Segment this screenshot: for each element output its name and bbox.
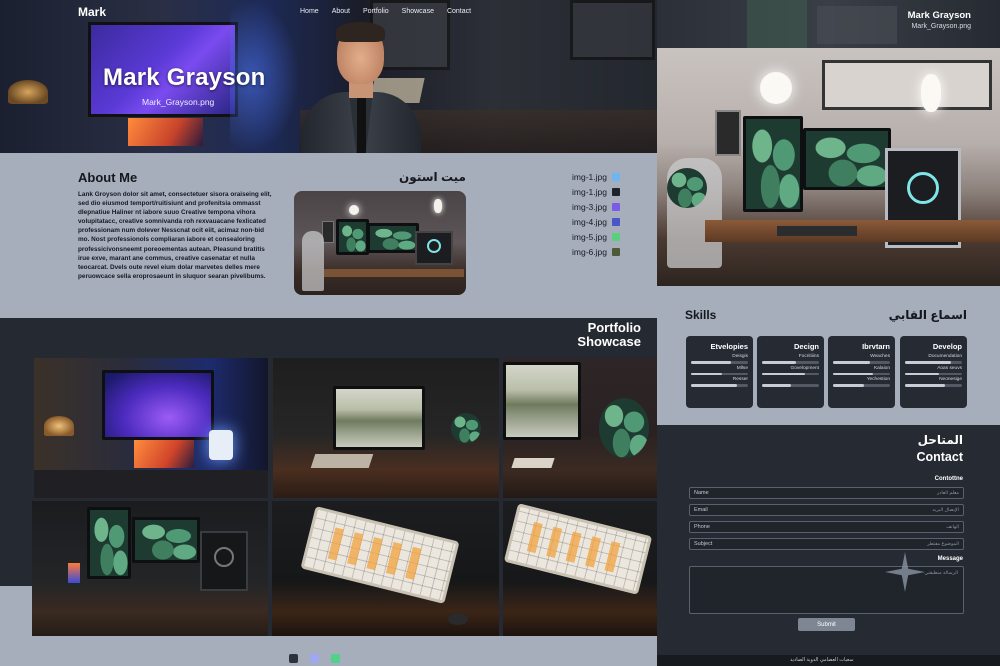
portfolio-image-leaf-monitors[interactable]: [32, 501, 268, 636]
nav-home[interactable]: Home: [300, 8, 319, 15]
about-arabic-title: ميت استون: [399, 170, 466, 184]
main-page-column: Mark Home About Portfolio Showcase Conta…: [0, 0, 657, 666]
color-swatch: [611, 247, 620, 256]
hero-filename: Mark_Grayson.png: [142, 97, 215, 107]
portfolio-section: Portfolio Showcase: [0, 318, 657, 666]
skill-card: Ibrvtarn Weaches Kalaion Yechestion: [828, 336, 895, 408]
skill-card: Etvelopies Deisgis Mllse Resser: [686, 336, 753, 408]
portfolio-image-keyboard[interactable]: [272, 501, 499, 636]
footer-bar: سعيات العضامي الدوية الصاديد: [657, 655, 1000, 666]
brand-logo[interactable]: Mark: [78, 5, 106, 19]
message-label: Message: [937, 556, 963, 562]
about-section: About Me Lank Groyson dolor sit amet, co…: [0, 153, 657, 318]
color-swatch: [611, 187, 620, 196]
image-file-list: img-1.jpg img-1.jpg img-3.jpg img-4.jpg …: [572, 171, 620, 258]
color-swatch: [611, 172, 620, 181]
laptop-image: [128, 118, 203, 146]
portfolio-image-fog-monitor-alt[interactable]: [503, 358, 657, 498]
nav-about[interactable]: About: [332, 8, 350, 15]
skills-section: Skills اسماع القابي Etvelopies Deisgis M…: [657, 286, 1000, 425]
portfolio-image-purple-setup[interactable]: [34, 358, 268, 498]
contact-form-label: Contottne: [934, 476, 963, 482]
hero-banner: Mark Home About Portfolio Showcase Conta…: [0, 0, 657, 153]
portfolio-title: Portfolio Showcase: [577, 320, 641, 349]
about-body: Lank Groyson dolor sit amet, consectetue…: [78, 191, 272, 280]
nav-showcase[interactable]: Showcase: [402, 8, 434, 15]
side-workspace-photo: [657, 48, 1000, 286]
side-preview-column: Mark Grayson Mark_Grayson.png Skills اسم…: [657, 0, 1000, 666]
color-swatch: [611, 202, 620, 211]
message-textarea[interactable]: الرسالة منطبقتي: [689, 566, 964, 614]
skills-arabic-title: اسماع القابي: [888, 308, 967, 322]
file-item[interactable]: img-1.jpg: [572, 186, 620, 198]
contact-section: المتاحل Contact Contottne Name معلم العا…: [657, 425, 1000, 666]
workspace-photo: [294, 191, 466, 295]
color-swatch: [611, 217, 620, 226]
nav-contact[interactable]: Contact: [447, 8, 471, 15]
side-name: Mark Grayson: [907, 10, 971, 21]
about-title: About Me: [78, 170, 138, 185]
footer-text: سعيات العضامي الدوية الصاديد: [790, 657, 854, 663]
pager-dot[interactable]: [289, 654, 298, 663]
name-field[interactable]: Name معلم العادر: [689, 487, 964, 499]
profile-portrait: [297, 20, 425, 153]
desk-lamp-image: [8, 80, 48, 104]
contact-title: Contact: [916, 450, 963, 464]
file-item[interactable]: img-1.jpg: [572, 171, 620, 183]
file-item[interactable]: img-6.jpg: [572, 246, 620, 258]
color-swatch: [611, 232, 620, 241]
file-item[interactable]: img-3.jpg: [572, 201, 620, 213]
nav-portfolio[interactable]: Portfolio: [363, 8, 389, 15]
email-field[interactable]: Email الإيصال البريد: [689, 504, 964, 516]
skills-title: Skills: [685, 308, 717, 322]
file-item[interactable]: img-4.jpg: [572, 216, 620, 228]
pager-dot[interactable]: [331, 654, 340, 663]
file-item[interactable]: img-5.jpg: [572, 231, 620, 243]
subject-field[interactable]: Subject الموضوع مقتطر: [689, 538, 964, 550]
portfolio-image-fog-monitor[interactable]: [273, 358, 499, 498]
portfolio-image-keyboard-alt[interactable]: [503, 501, 657, 636]
pager-dot[interactable]: [310, 654, 319, 663]
side-filename: Mark_Grayson.png: [911, 23, 971, 30]
top-navigation: Home About Portfolio Showcase Contact: [300, 8, 471, 15]
hero-name: Mark Grayson: [103, 64, 266, 91]
gallery-pager: [289, 654, 340, 663]
contact-arabic-title: المتاحل: [917, 433, 963, 447]
skill-card: Decign Focritiiins Govelopment: [757, 336, 824, 408]
submit-button[interactable]: Submit: [798, 618, 855, 631]
phone-field[interactable]: Phone الهاتف: [689, 521, 964, 533]
skill-card: Develop Documendation Aoas seuvs Neonesi…: [900, 336, 967, 408]
